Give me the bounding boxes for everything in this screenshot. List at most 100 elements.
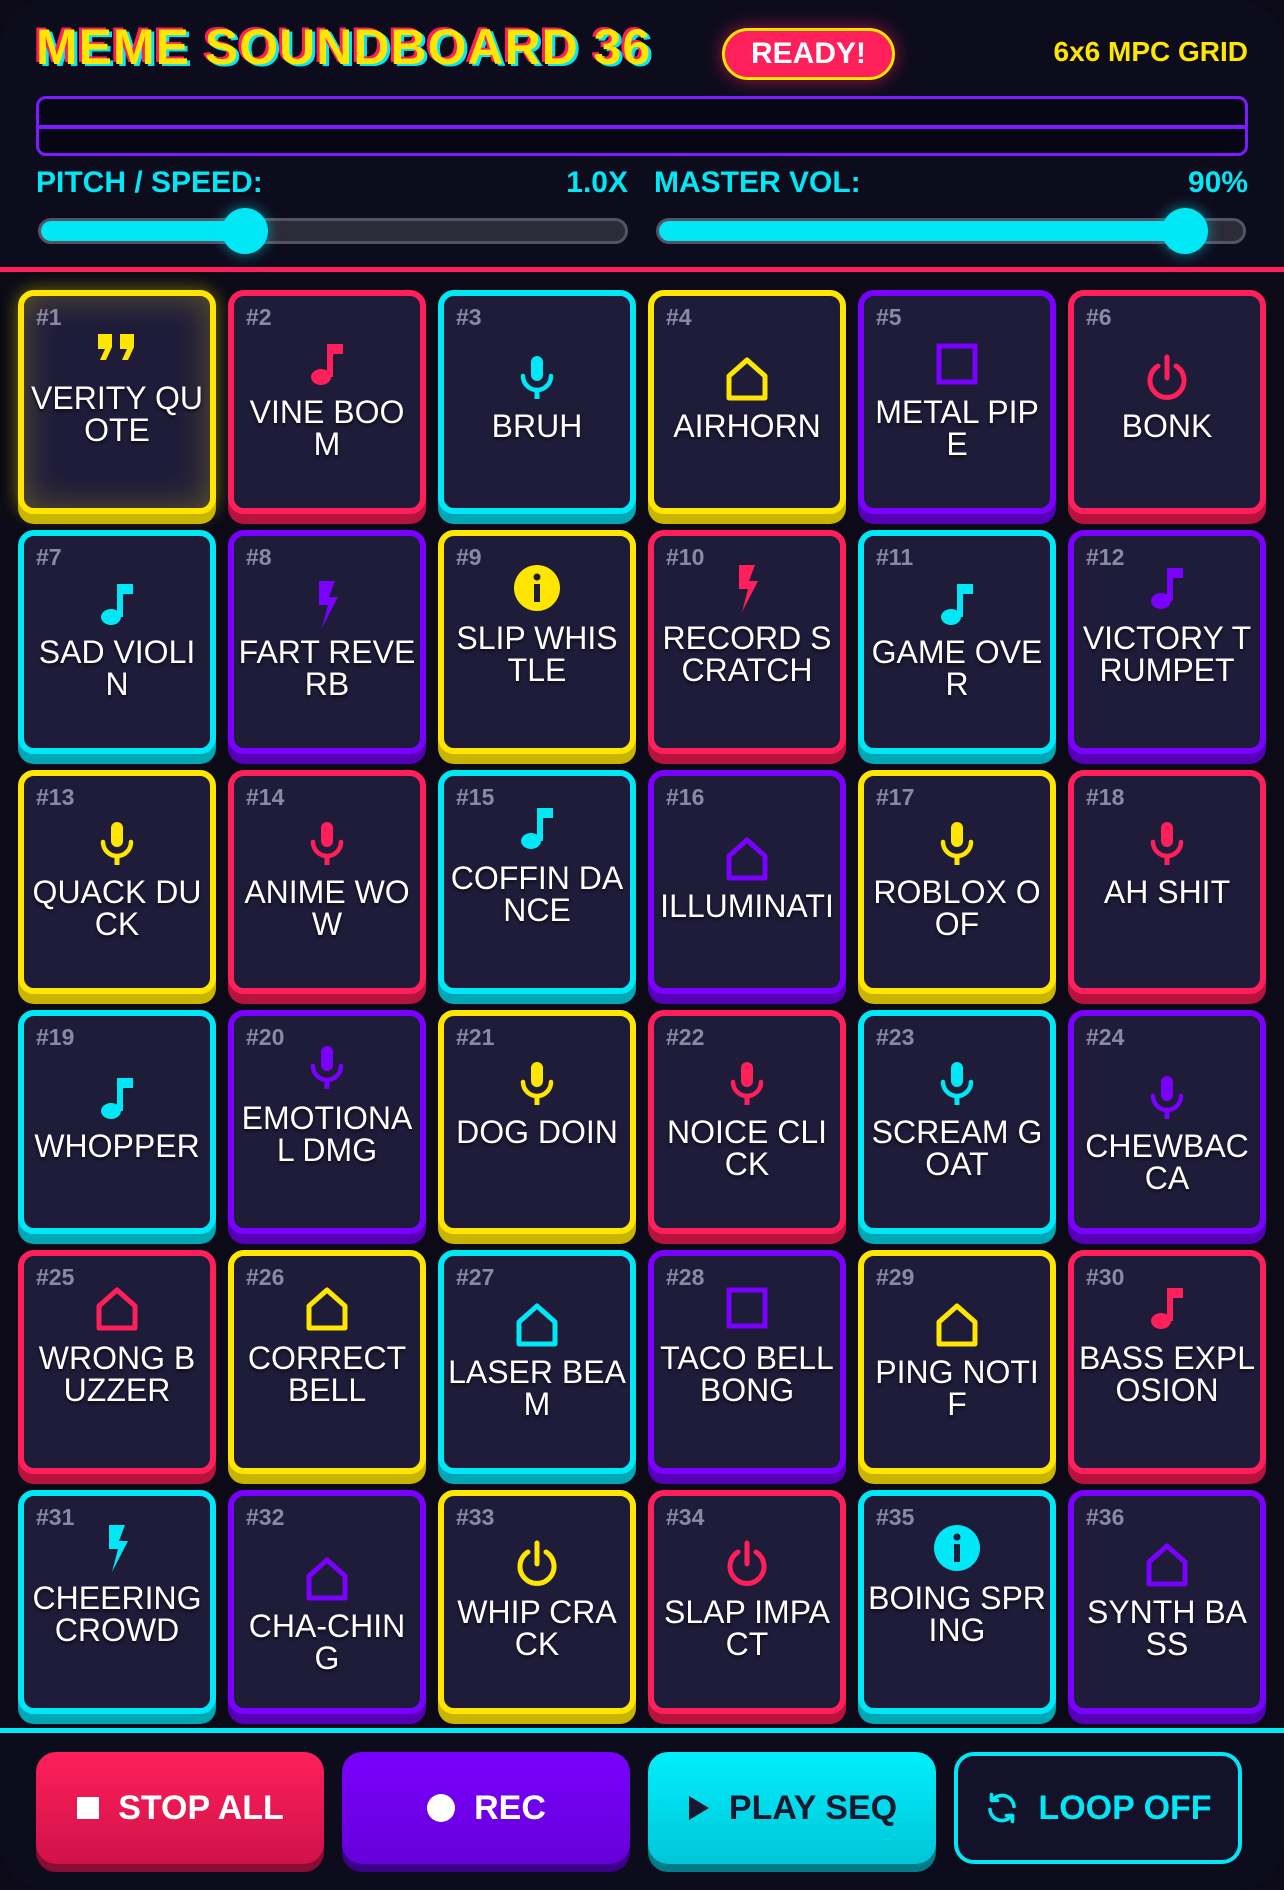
- pad-number: #18: [1086, 784, 1125, 810]
- sound-pad[interactable]: #21 DOG DOIN: [438, 1010, 636, 1234]
- record-label: REC: [474, 1788, 546, 1827]
- sound-pad[interactable]: #17 ROBLOX OOF: [858, 770, 1056, 994]
- pitch-slider[interactable]: [38, 208, 628, 254]
- pad-number: #23: [876, 1024, 915, 1050]
- sound-pad[interactable]: #20 EMOTIONAL DMG: [228, 1010, 426, 1234]
- sound-pad[interactable]: #33 WHIP CRACK: [438, 1490, 636, 1714]
- pad-number: #5: [876, 304, 902, 330]
- pad-number: #8: [246, 544, 272, 570]
- pad-label: CHA-CHING: [248, 1608, 406, 1676]
- pad-label: METAL PIPE: [875, 394, 1039, 462]
- volume-slider-thumb[interactable]: [1161, 208, 1208, 254]
- music-note-icon: [511, 802, 563, 854]
- pad-label: SLIP WHISTLE: [456, 620, 618, 688]
- sound-pad[interactable]: #9 SLIP WHISTLE: [438, 530, 636, 754]
- loop-toggle-button[interactable]: LOOP OFF: [954, 1752, 1242, 1864]
- sound-pad[interactable]: #30 BASS EXPLOSION: [1068, 1250, 1266, 1474]
- pad-number: #25: [36, 1264, 75, 1290]
- pad-number: #27: [456, 1264, 495, 1290]
- play-sequence-label: PLAY SEQ: [728, 1788, 898, 1827]
- sound-pad[interactable]: #16 ILLUMINATI: [648, 770, 846, 994]
- sound-pad[interactable]: #5 METAL PIPE: [858, 290, 1056, 514]
- pad-label: VICTORY TRUMPET: [1082, 620, 1252, 688]
- pad-label: BASS EXPLOSION: [1078, 1340, 1256, 1408]
- sound-pad[interactable]: #4 AIRHORN: [648, 290, 846, 514]
- sound-pad[interactable]: #23 SCREAM GOAT: [858, 1010, 1056, 1234]
- sound-pad[interactable]: #6 BONK: [1068, 290, 1266, 514]
- sound-pad[interactable]: #32 CHA-CHING: [228, 1490, 426, 1714]
- pad-label: FART REVERB: [238, 634, 416, 702]
- volume-slider[interactable]: [656, 208, 1246, 254]
- pad-label: COFFIN DANCE: [450, 860, 624, 928]
- pad-label: LASER BEAM: [448, 1354, 626, 1422]
- sound-pad[interactable]: #24 CHEWBACCA: [1068, 1010, 1266, 1234]
- pitch-slider-fill: [41, 221, 246, 241]
- pad-number: #4: [666, 304, 692, 330]
- pad-label: CORRECT BELL: [247, 1340, 407, 1408]
- pad-label: RECORD SCRATCH: [662, 620, 832, 688]
- pad-number: #15: [456, 784, 495, 810]
- microphone-icon: [91, 818, 143, 870]
- sound-pad[interactable]: #15 COFFIN DANCE: [438, 770, 636, 994]
- pad-label: PING NOTIF: [875, 1354, 1039, 1422]
- house-icon: [91, 1282, 143, 1334]
- sound-pad[interactable]: #28 TACO BELL BONG: [648, 1250, 846, 1474]
- pad-number: #19: [36, 1024, 75, 1050]
- sound-pad[interactable]: #10 RECORD SCRATCH: [648, 530, 846, 754]
- info-icon: [511, 562, 563, 614]
- pad-label: SLAP IMPACT: [664, 1594, 830, 1662]
- sound-pad[interactable]: #7 SAD VIOLIN: [18, 530, 216, 754]
- pad-label: VERITY QUOTE: [31, 380, 203, 448]
- sound-pad[interactable]: #12 VICTORY TRUMPET: [1068, 530, 1266, 754]
- sound-pad[interactable]: #29 PING NOTIF: [858, 1250, 1056, 1474]
- pad-label: EMOTIONAL DMG: [241, 1100, 413, 1168]
- pad-number: #28: [666, 1264, 705, 1290]
- stop-icon: [77, 1797, 100, 1819]
- pad-number: #30: [1086, 1264, 1125, 1290]
- pad-label: CHEERING CROWD: [32, 1580, 202, 1648]
- sound-pad[interactable]: #3 BRUH: [438, 290, 636, 514]
- microphone-icon: [721, 1058, 773, 1110]
- play-icon: [688, 1796, 709, 1820]
- lightning-icon: [721, 562, 773, 614]
- sound-pad[interactable]: #8 FART REVERB: [228, 530, 426, 754]
- sound-pad[interactable]: #27 LASER BEAM: [438, 1250, 636, 1474]
- sound-pad[interactable]: #34 SLAP IMPACT: [648, 1490, 846, 1714]
- microphone-icon: [301, 818, 353, 870]
- sound-pad[interactable]: #31 CHEERING CROWD: [18, 1490, 216, 1714]
- sound-pad[interactable]: #22 NOICE CLICK: [648, 1010, 846, 1234]
- sound-pad[interactable]: #2 VINE BOOM: [228, 290, 426, 514]
- music-note-icon: [91, 578, 143, 630]
- music-note-icon: [91, 1072, 143, 1124]
- sound-pad[interactable]: #14 ANIME WOW: [228, 770, 426, 994]
- stop-all-button[interactable]: STOP ALL: [36, 1752, 324, 1864]
- sound-pad[interactable]: #19 WHOPPER: [18, 1010, 216, 1234]
- pad-label: AH SHIT: [1103, 874, 1231, 910]
- power-icon: [1141, 352, 1193, 404]
- sound-pad[interactable]: #18 AH SHIT: [1068, 770, 1266, 994]
- pad-number: #3: [456, 304, 482, 330]
- power-icon: [721, 1538, 773, 1590]
- sound-pad[interactable]: #25 WRONG BUZZER: [18, 1250, 216, 1474]
- app-title: MEME SOUNDBOARD 36: [36, 19, 652, 75]
- music-note-icon: [301, 338, 353, 390]
- sound-pad[interactable]: #1 VERITY QUOTE: [18, 290, 216, 514]
- sound-pad[interactable]: #26 CORRECT BELL: [228, 1250, 426, 1474]
- pad-label: BRUH: [491, 408, 583, 444]
- sound-pad[interactable]: #36 SYNTH BASS: [1068, 1490, 1266, 1714]
- pitch-slider-thumb[interactable]: [222, 208, 269, 254]
- record-button[interactable]: REC: [342, 1752, 630, 1864]
- house-icon: [721, 352, 773, 404]
- microphone-icon: [511, 1058, 563, 1110]
- sound-pad[interactable]: #13 QUACK DUCK: [18, 770, 216, 994]
- play-sequence-button[interactable]: PLAY SEQ: [648, 1752, 936, 1864]
- pad-label: CHEWBACCA: [1085, 1128, 1249, 1196]
- pad-label: WHOPPER: [34, 1128, 200, 1164]
- sound-pad[interactable]: #11 GAME OVER: [858, 530, 1056, 754]
- pad-number: #13: [36, 784, 75, 810]
- pad-number: #7: [36, 544, 62, 570]
- power-icon: [511, 1538, 563, 1590]
- sound-pad[interactable]: #35 BOING SPRING: [858, 1490, 1056, 1714]
- pad-number: #14: [246, 784, 285, 810]
- square-icon: [931, 338, 983, 390]
